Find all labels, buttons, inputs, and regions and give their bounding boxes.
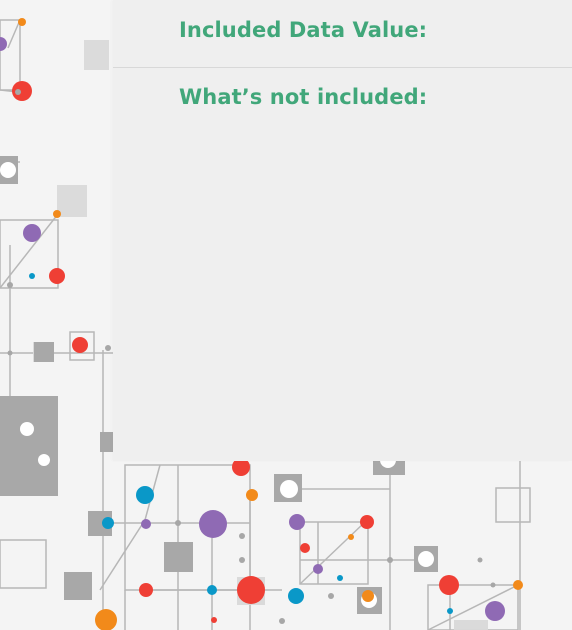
content-panel: Included Data Value: What’s not included… bbox=[113, 0, 572, 461]
whats-not-included-label: What’s not included: bbox=[179, 85, 428, 109]
included-data-value-label: Included Data Value: bbox=[179, 18, 428, 42]
panel-divider bbox=[113, 67, 572, 68]
